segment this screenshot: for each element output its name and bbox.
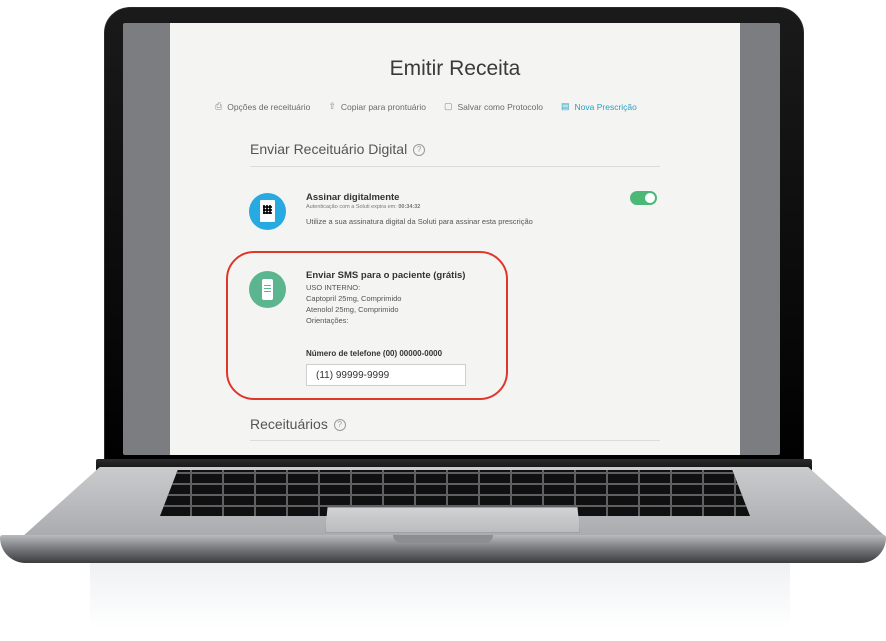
sign-expiry-label: Autenticação com a Soluti expira em:: [306, 204, 397, 210]
copy-to-record-button[interactable]: ⇧ Copiar para prontuário: [328, 101, 426, 112]
sign-description: Utilize a sua assinatura digital da Solu…: [306, 217, 533, 226]
phone-field-label: Número de telefone (00) 00000-0000: [306, 349, 443, 358]
sign-title: Assinar digitalmente: [306, 192, 400, 203]
save-protocol-button[interactable]: ▢ Salvar como Protocolo: [444, 101, 543, 112]
document-icon: ▤: [561, 101, 570, 111]
sign-expiry: Autenticação com a Soluti expira em: 00:…: [306, 204, 420, 210]
help-icon[interactable]: ?: [413, 144, 426, 157]
receituarios-heading-text: Receituários: [250, 416, 328, 432]
laptop-notch: [393, 535, 493, 543]
new-prescription-button[interactable]: ▤ Nova Prescrição: [561, 101, 637, 112]
section-divider: [250, 440, 660, 441]
help-icon[interactable]: ?: [333, 419, 346, 432]
copy-to-record-label: Copiar para prontuário: [340, 101, 426, 112]
receituarios-heading: Receituários ?: [250, 416, 346, 432]
digital-section-heading: Enviar Receituário Digital ?: [250, 141, 426, 157]
laptop-lid: Emitir Receita ⎙ Opções de receituário ⇧…: [104, 7, 804, 473]
prescription-page: Emitir Receita ⎙ Opções de receituário ⇧…: [170, 23, 740, 455]
share-icon: ⇧: [328, 101, 336, 111]
print-options-button[interactable]: ⎙ Opções de receituário: [215, 101, 310, 112]
sms-line: Orientações:: [306, 316, 349, 325]
save-icon: ▢: [443, 101, 453, 111]
digital-heading-text: Enviar Receituário Digital: [250, 141, 408, 157]
sms-icon: [249, 271, 286, 308]
action-toolbar: ⎙ Opções de receituário ⇧ Copiar para pr…: [215, 101, 735, 112]
signature-icon: [249, 193, 286, 230]
sms-line: USO INTERNO:: [306, 283, 361, 292]
laptop-reflection: [90, 560, 790, 641]
sign-toggle[interactable]: [630, 191, 657, 205]
sms-title: Enviar SMS para o paciente (grátis): [306, 270, 466, 281]
laptop-screen: Emitir Receita ⎙ Opções de receituário ⇧…: [123, 23, 780, 455]
page-title: Emitir Receita: [389, 57, 521, 80]
section-divider: [250, 166, 660, 167]
sign-expiry-time: 00:34:32: [398, 204, 421, 210]
save-protocol-label: Salvar como Protocolo: [457, 101, 544, 112]
sms-line: Atenolol 25mg, Comprimido: [306, 305, 399, 314]
qr-document-icon: [260, 200, 275, 222]
laptop-trackpad: [325, 507, 580, 533]
printer-icon: ⎙: [215, 101, 223, 111]
sms-line: Captopril 25mg, Comprimido: [306, 294, 402, 303]
new-prescription-label: Nova Prescrição: [574, 101, 637, 112]
print-options-label: Opções de receituário: [227, 101, 311, 112]
toggle-knob: [645, 193, 655, 203]
phone-icon: [262, 279, 273, 300]
phone-input[interactable]: [306, 364, 466, 386]
